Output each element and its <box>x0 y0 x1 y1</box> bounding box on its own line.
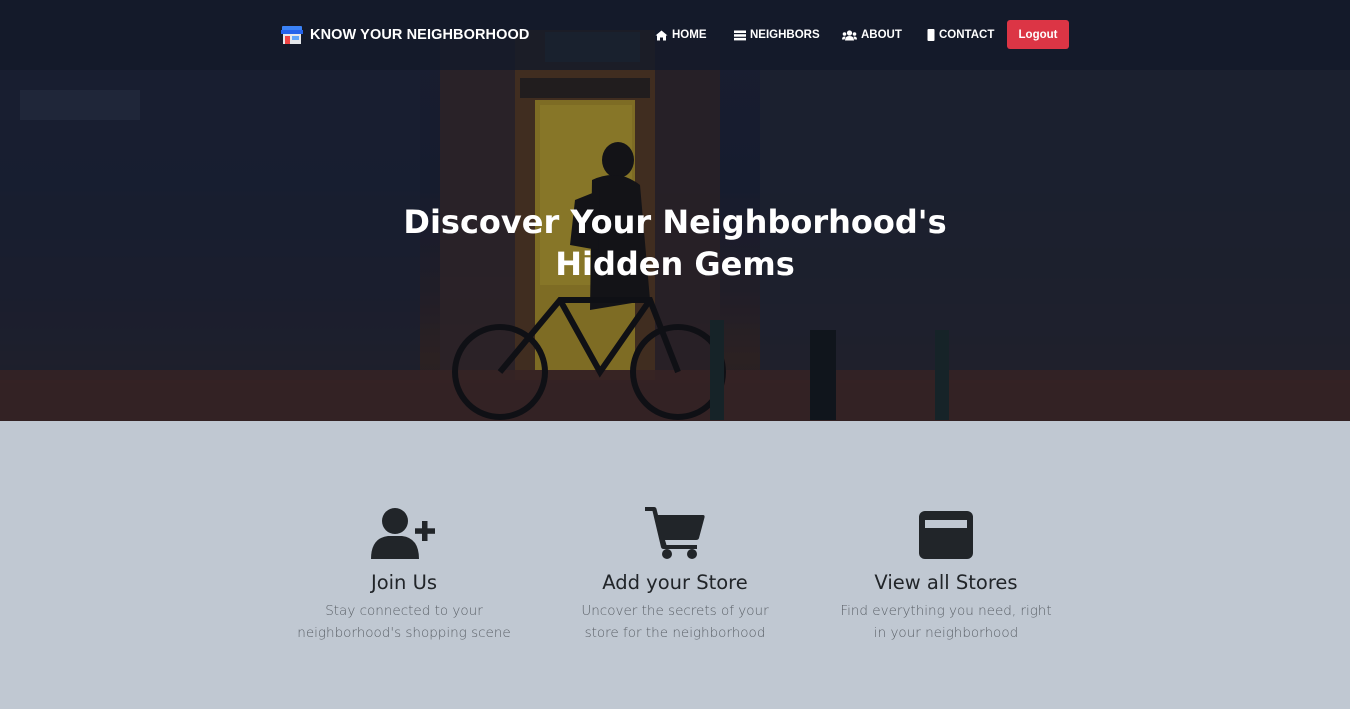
nav-link-label: ABOUT <box>861 29 902 41</box>
feature-title: Add your Store <box>602 571 748 594</box>
credit-card-icon <box>919 511 973 559</box>
feature-icon-wrapper <box>555 503 795 559</box>
brand[interactable]: KNOW YOUR NEIGHBORHOOD <box>280 24 529 46</box>
nav-link-neighbors[interactable]: NEIGHBORS <box>734 26 820 44</box>
shopping-cart-icon <box>645 507 705 559</box>
nav-link-contact[interactable]: CONTACT <box>927 26 994 44</box>
nav-link-label: NEIGHBORS <box>750 29 820 41</box>
feature-join-us[interactable]: Join Us Stay connected to your neighborh… <box>284 503 524 644</box>
feature-view-stores[interactable]: View all Stores Find everything you need… <box>826 503 1066 644</box>
feature-description: Uncover the secrets of your store for th… <box>581 603 769 641</box>
top-navbar: KNOW YOUR NEIGHBORHOOD HOME NEIGHBORS AB… <box>0 0 1350 70</box>
feature-icon-wrapper <box>284 503 524 559</box>
users-icon <box>842 29 857 40</box>
store-logo-icon <box>281 26 303 44</box>
feature-description: Find everything you need, right in your … <box>840 603 1052 641</box>
hero-title: Discover Your Neighborhood's Hidden Gems <box>403 203 947 283</box>
feature-description: Stay connected to your neighborhood's sh… <box>297 603 511 641</box>
features-section: Join Us Stay connected to your neighborh… <box>0 421 1350 709</box>
home-icon <box>655 30 668 40</box>
logout-button[interactable]: Logout <box>1007 20 1069 49</box>
nav-link-label: CONTACT <box>939 29 995 41</box>
feature-icon-wrapper <box>826 503 1066 559</box>
feature-add-store[interactable]: Add your Store Uncover the secrets of yo… <box>555 503 795 644</box>
user-plus-icon <box>371 508 435 559</box>
nav-link-about[interactable]: ABOUT <box>842 26 902 44</box>
nav-link-home[interactable]: HOME <box>655 26 707 44</box>
list-icon <box>734 30 746 40</box>
brand-name: KNOW YOUR NEIGHBORHOOD <box>310 27 530 43</box>
mobile-icon <box>927 29 935 41</box>
feature-title: Join Us <box>370 571 438 594</box>
nav-link-label: HOME <box>672 29 707 41</box>
feature-title: View all Stores <box>874 571 1018 594</box>
